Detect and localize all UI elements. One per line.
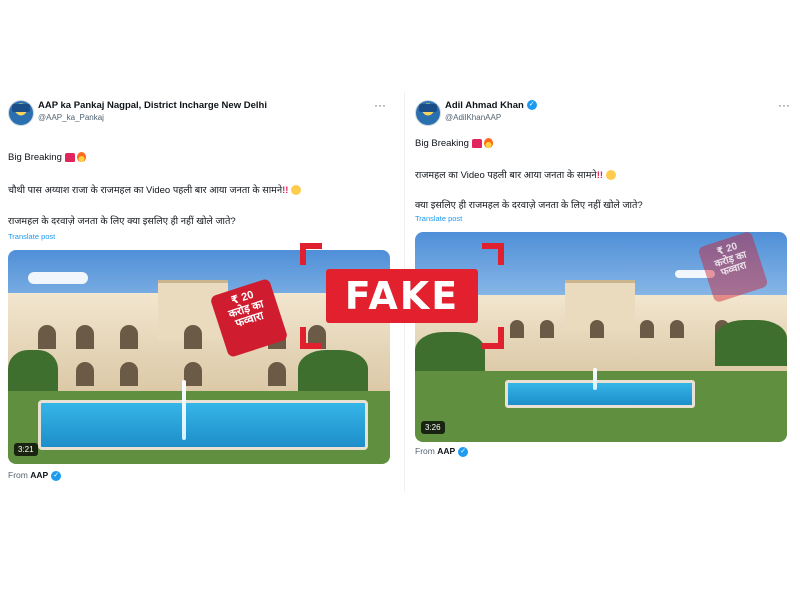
avatar[interactable] [8, 100, 34, 126]
fire-emoji-icon [76, 152, 86, 163]
fountain [182, 380, 186, 440]
trees [8, 350, 58, 398]
tweet-text: चौथी पास अय्याश राजा के राजमहल का Video … [8, 185, 283, 196]
pool [505, 380, 695, 408]
display-name[interactable]: Adil Ahmad Khan ✓ [445, 100, 537, 111]
from-attribution[interactable]: From AAP ✓ [8, 470, 62, 481]
from-account[interactable]: AAP [437, 446, 455, 456]
fountain [593, 368, 597, 390]
tweet-text-line3: क्या इसलिए ही राजमहल के दरवाज़े जनता के … [415, 200, 643, 211]
video-duration-badge: 3:26 [421, 421, 445, 434]
blush-emoji-icon [606, 170, 617, 181]
stamp-label: FAKE [326, 269, 478, 323]
trees [715, 320, 787, 367]
tweet-text-line1: Big Breaking [8, 152, 386, 163]
tweet-text: राजमहल का Video पहली बार आया जनता के साम… [415, 170, 597, 181]
translate-post-link[interactable]: Translate post [415, 214, 462, 223]
video-duration-badge: 3:21 [14, 443, 38, 456]
tweet-text: Big Breaking [8, 152, 62, 163]
siren-emoji-icon [471, 138, 482, 148]
video-cloud [28, 272, 88, 284]
double-exclamation-emoji-icon: !! [282, 185, 289, 196]
stamp-corner [482, 243, 504, 265]
from-label: From [415, 446, 435, 456]
stamp-corner [300, 327, 322, 349]
avatar[interactable] [415, 100, 441, 126]
fake-stamp: FAKE [300, 243, 504, 349]
tweet-text: Big Breaking [415, 138, 469, 149]
tweet-text-line2: राजमहल का Video पहली बार आया जनता के साम… [415, 168, 790, 181]
verified-icon: ✓ [526, 100, 537, 111]
blush-emoji-icon [291, 185, 302, 196]
trees [298, 350, 368, 398]
double-exclamation-emoji-icon: !! [596, 170, 604, 181]
from-label: From [8, 470, 28, 480]
from-account[interactable]: AAP [30, 470, 48, 480]
user-handle[interactable]: @AdilKhanAAP [445, 113, 501, 122]
fire-emoji-icon [483, 138, 493, 149]
user-handle[interactable]: @AAP_ka_Pankaj [38, 113, 104, 122]
tweet-text-line3: राजमहल के दरवाज़े जनता के लिए क्या इसलिए… [8, 216, 236, 227]
verified-icon: ✓ [51, 470, 62, 481]
verified-icon: ✓ [458, 446, 469, 457]
stamp-corner [300, 243, 322, 265]
display-name[interactable]: AAP ka Pankaj Nagpal, District Incharge … [38, 100, 267, 111]
stamp-corner [482, 327, 504, 349]
tweet-text-line1: Big Breaking [415, 138, 790, 149]
more-icon[interactable]: ··· [374, 98, 386, 112]
tweet-text-line2: चौथी पास अय्याश राजा के राजमहल का Video … [8, 183, 386, 196]
siren-emoji-icon [64, 152, 75, 162]
translate-post-link[interactable]: Translate post [8, 232, 55, 241]
tweet-header: Adil Ahmad Khan ✓ @AdilKhanAAP ··· [415, 98, 792, 132]
from-attribution[interactable]: From AAP ✓ [415, 446, 469, 457]
tweet-header: AAP ka Pankaj Nagpal, District Incharge … [8, 98, 388, 132]
pool [38, 400, 368, 450]
display-name-text: Adil Ahmad Khan [445, 100, 524, 111]
more-icon[interactable]: ··· [778, 98, 790, 112]
